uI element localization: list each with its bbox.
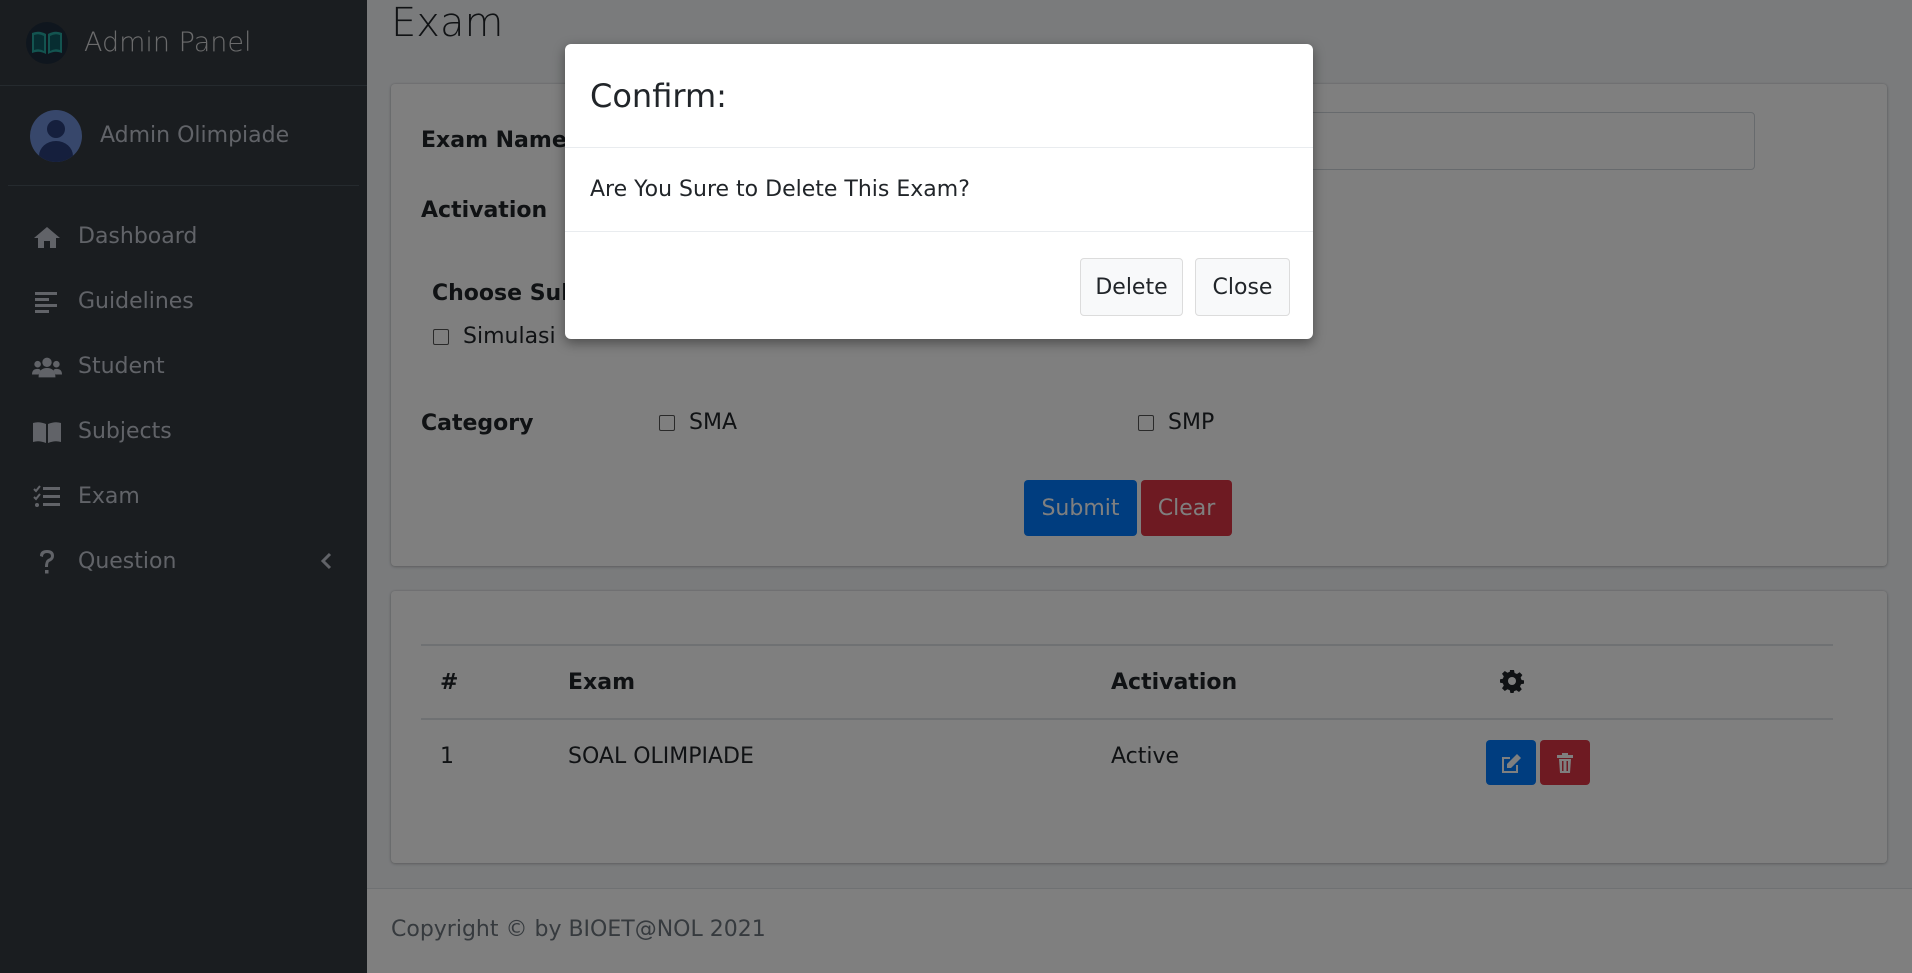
confirm-delete-modal: Confirm: Are You Sure to Delete This Exa… — [565, 44, 1313, 339]
modal-message: Are You Sure to Delete This Exam? — [565, 148, 1313, 232]
close-button[interactable]: Close — [1195, 258, 1290, 316]
modal-title: Confirm: — [565, 44, 1313, 148]
delete-button[interactable]: Delete — [1080, 258, 1183, 316]
